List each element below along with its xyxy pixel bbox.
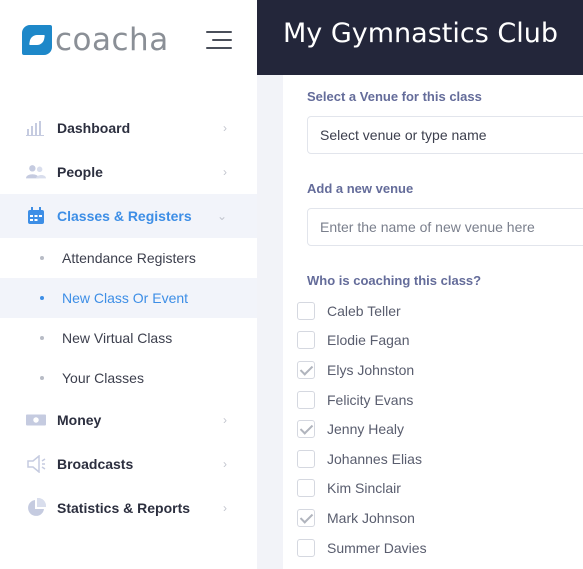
coach-option[interactable]: Elodie Fagan [297,326,427,356]
brand-name: coacha [55,22,169,58]
coach-name: Jenny Healy [327,421,405,438]
sidebar-nav: Dashboard › People › Classes & Registers… [0,106,257,530]
chevron-down-icon: ⌄ [216,209,227,223]
coach-name: Kim Sinclair [327,480,401,497]
checkbox-checked[interactable] [297,420,315,439]
checkbox-checked[interactable] [297,360,315,379]
chevron-right-icon: › [223,457,227,471]
sidebar-item-label: Money [57,412,102,428]
sidebar-subitem-label: New Virtual Class [62,330,173,346]
sidebar-item-money[interactable]: Money › [0,398,257,442]
sidebar-item-statistics-reports[interactable]: Statistics & Reports › [0,486,257,530]
money-icon [26,411,46,429]
sidebar-item-people[interactable]: People › [0,150,257,194]
main-content: Select a Venue for this class Select ven… [257,75,583,569]
checkbox[interactable] [297,449,315,468]
coach-option[interactable]: Johannes Elias [297,444,427,474]
bullet-icon [40,296,44,300]
sidebar-item-label: Broadcasts [57,456,134,472]
page-title: My Gymnastics Club [283,18,558,49]
pie-chart-icon [26,498,46,517]
calendar-icon [26,207,46,225]
coach-option[interactable]: Summer Davies [297,533,427,563]
megaphone-icon [26,455,46,473]
sidebar-subitem-new-class-or-event[interactable]: New Class Or Event [0,278,257,318]
coach-option[interactable]: Elys Johnston [297,355,427,385]
coach-name: Mark Johnson [327,509,415,526]
coach-name: Elodie Fagan [327,332,410,349]
sidebar-item-dashboard[interactable]: Dashboard › [0,106,257,150]
new-venue-label: Add a new venue [307,181,414,196]
class-form-card: Select a Venue for this class Select ven… [283,75,583,569]
chevron-right-icon: › [223,413,227,427]
brand-logo[interactable]: coacha [22,22,169,58]
coach-checkbox-list: Caleb Teller Elodie Fagan Elys Johnston … [297,296,427,562]
coaches-label: Who is coaching this class? [307,273,482,288]
checkbox[interactable] [297,331,315,350]
sidebar-item-label: Classes & Registers [57,208,192,224]
sidebar-subitem-label: Attendance Registers [62,250,196,266]
sidebar-item-label: People [57,164,103,180]
bullet-icon [40,336,44,340]
venue-label: Select a Venue for this class [307,89,482,104]
coach-option[interactable]: Caleb Teller [297,296,427,326]
coach-name: Elys Johnston [327,361,415,378]
sidebar-item-label: Dashboard [57,120,131,136]
logo-mark-icon [22,25,52,55]
checkbox[interactable] [297,301,315,320]
checkbox-checked[interactable] [297,508,315,527]
coach-option[interactable]: Mark Johnson [297,503,427,533]
chevron-right-icon: › [223,121,227,135]
coach-name: Caleb Teller [327,302,401,319]
coach-option[interactable]: Kim Sinclair [297,474,427,504]
people-icon [26,163,46,181]
sidebar-subitem-label: New Class Or Event [62,290,189,306]
coach-option[interactable]: Jenny Healy [297,414,427,444]
menu-toggle-icon[interactable] [206,30,232,50]
sidebar-item-broadcasts[interactable]: Broadcasts › [0,442,257,486]
coach-name: Felicity Evans [327,391,414,408]
sidebar: coacha Dashboard › People › Classes & Re… [0,0,257,569]
coach-option[interactable]: Felicity Evans [297,385,427,415]
checkbox[interactable] [297,479,315,498]
sidebar-subitem-new-virtual-class[interactable]: New Virtual Class [0,318,257,358]
sidebar-subitem-your-classes[interactable]: Your Classes [0,358,257,398]
sidebar-subitem-attendance-registers[interactable]: Attendance Registers [0,238,257,278]
checkbox[interactable] [297,538,315,557]
sidebar-item-label: Statistics & Reports [57,500,191,516]
bar-chart-icon [26,119,46,137]
top-header: My Gymnastics Club [257,0,583,75]
venue-select[interactable]: Select venue or type name [307,116,583,154]
sidebar-subitem-label: Your Classes [62,370,144,386]
coach-name: Summer Davies [327,539,427,556]
bullet-icon [40,256,44,260]
new-venue-input[interactable]: Enter the name of new venue here [307,208,583,246]
chevron-right-icon: › [223,501,227,515]
chevron-right-icon: › [223,165,227,179]
checkbox[interactable] [297,390,315,409]
bullet-icon [40,376,44,380]
coach-name: Johannes Elias [327,450,422,467]
sidebar-item-classes-registers[interactable]: Classes & Registers ⌄ [0,194,257,238]
